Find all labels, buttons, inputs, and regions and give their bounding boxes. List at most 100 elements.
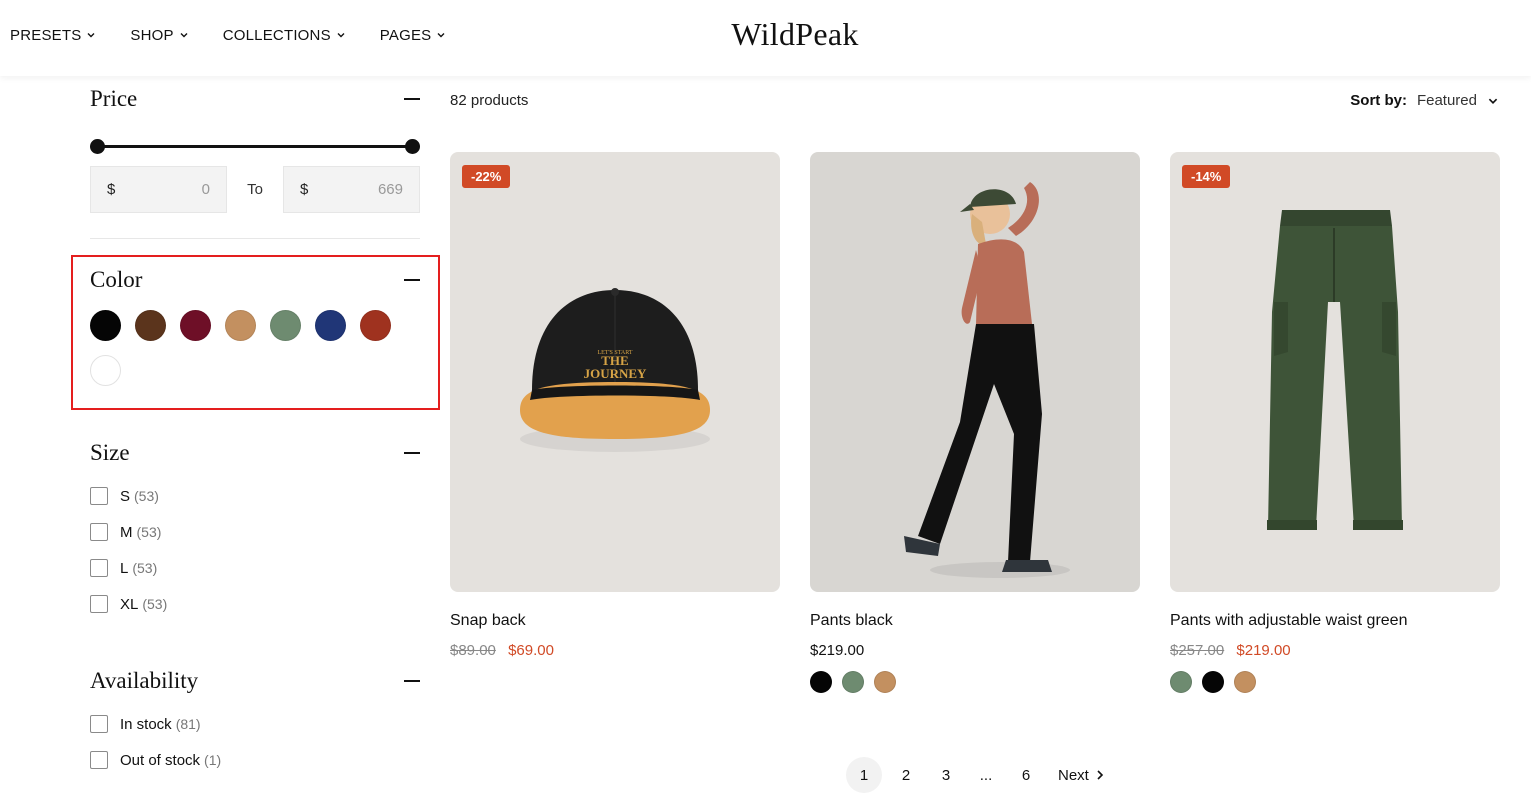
page-6[interactable]: 6 xyxy=(1006,757,1046,793)
chevron-right-icon xyxy=(1097,770,1103,780)
color-swatch[interactable] xyxy=(360,310,391,341)
product-image[interactable]: LET'S START THE JOURNEY -22% xyxy=(450,152,780,592)
option-label: XL xyxy=(120,595,139,613)
checkbox[interactable] xyxy=(90,487,108,505)
collapse-icon[interactable] xyxy=(404,98,420,100)
product-name[interactable]: Snap back xyxy=(450,612,780,630)
size-option-m[interactable]: M (53) xyxy=(90,514,420,550)
checkbox[interactable] xyxy=(90,751,108,769)
product-price: $89.00 $69.00 xyxy=(450,642,780,659)
color-swatch[interactable] xyxy=(90,355,121,386)
option-count: (53) xyxy=(142,596,168,612)
checkbox[interactable] xyxy=(90,595,108,613)
sort-label: Sort by: xyxy=(1350,92,1407,109)
green-pants-illustration xyxy=(1267,210,1403,530)
slider-track xyxy=(97,145,413,148)
availability-in-stock[interactable]: In stock (81) xyxy=(90,706,420,742)
site-header: PRESETS SHOP COLLECTIONS PAGES WildPeak xyxy=(0,0,1531,76)
price-max-value: 669 xyxy=(377,181,403,198)
price-min-value: 0 xyxy=(201,181,210,198)
size-option-l[interactable]: L (53) xyxy=(90,550,420,586)
page-1[interactable]: 1 xyxy=(846,757,882,793)
option-label: Out of stock xyxy=(120,751,201,769)
product-color-swatch[interactable] xyxy=(1234,671,1256,693)
size-option-s[interactable]: S (53) xyxy=(90,478,420,514)
old-price: $89.00 xyxy=(450,642,496,659)
product-color-swatches xyxy=(1170,671,1500,693)
price-inputs: $ 0 To $ 669 xyxy=(90,166,420,213)
size-options: S (53) M (53) L (53) XL (53) xyxy=(90,478,420,622)
site-logo[interactable]: WildPeak xyxy=(0,16,1531,53)
discount-badge: -22% xyxy=(462,165,511,188)
price-filter-title: Price xyxy=(90,86,138,111)
product-color-swatch[interactable] xyxy=(810,671,832,693)
option-count: (53) xyxy=(132,560,158,576)
currency-symbol: $ xyxy=(107,181,116,198)
page-ellipsis: ... xyxy=(979,766,993,784)
product-card[interactable]: -14% Pants with adjustable waist green $… xyxy=(1170,152,1500,693)
old-price: $257.00 xyxy=(1170,642,1225,659)
collapse-icon[interactable] xyxy=(404,680,420,682)
option-label: M xyxy=(120,523,133,541)
page-2[interactable]: 2 xyxy=(886,757,926,793)
size-filter-title: Size xyxy=(90,440,130,465)
divider xyxy=(90,238,420,239)
color-swatch[interactable] xyxy=(90,310,121,341)
cap-text-main2: JOURNEY xyxy=(584,366,647,381)
price-max-input[interactable]: $ 669 xyxy=(283,166,420,213)
next-page-button[interactable]: Next xyxy=(1058,767,1105,784)
product-name[interactable]: Pants with adjustable waist green xyxy=(1170,612,1500,630)
color-swatch[interactable] xyxy=(225,310,256,341)
product-color-swatch[interactable] xyxy=(842,671,864,693)
availability-filter-header[interactable]: Availability xyxy=(90,668,420,694)
option-label: In stock xyxy=(120,715,172,733)
collapse-icon[interactable] xyxy=(404,279,420,281)
option-label: S xyxy=(120,487,131,505)
product-color-swatch[interactable] xyxy=(874,671,896,693)
pagination: 1 2 3 ... 6 Next xyxy=(846,757,1105,793)
price-range-slider[interactable] xyxy=(90,139,420,154)
product-count: 82 products xyxy=(450,92,529,109)
size-filter-header[interactable]: Size xyxy=(90,440,420,466)
sort-control[interactable]: Sort by: Featured xyxy=(1350,92,1499,109)
product-card[interactable]: LET'S START THE JOURNEY -22% Snap back $… xyxy=(450,152,780,659)
slider-max-handle[interactable] xyxy=(405,139,420,154)
checkbox[interactable] xyxy=(90,559,108,577)
checkbox[interactable] xyxy=(90,715,108,733)
page-3[interactable]: 3 xyxy=(926,757,966,793)
product-card[interactable]: Pants black $219.00 xyxy=(810,152,1140,693)
product-color-swatch[interactable] xyxy=(1170,671,1192,693)
model-black-pants-illustration xyxy=(904,182,1070,578)
product-name[interactable]: Pants black xyxy=(810,612,1140,630)
color-filter-header[interactable]: Color xyxy=(90,267,420,293)
logo-text: WildPeak xyxy=(731,16,859,52)
color-swatch[interactable] xyxy=(135,310,166,341)
product-color-swatches xyxy=(810,671,1140,693)
currency-symbol: $ xyxy=(300,181,309,198)
color-swatch[interactable] xyxy=(270,310,301,341)
availability-out-of-stock[interactable]: Out of stock (1) xyxy=(90,742,420,778)
color-swatches xyxy=(90,310,400,386)
price-filter-header[interactable]: Price xyxy=(90,86,420,112)
sale-price: $69.00 xyxy=(508,642,554,659)
price: $219.00 xyxy=(810,642,865,659)
option-label: L xyxy=(120,559,129,577)
product-image[interactable]: -14% xyxy=(1170,152,1500,592)
collapse-icon[interactable] xyxy=(404,452,420,454)
sort-value[interactable]: Featured xyxy=(1417,92,1477,109)
slider-min-handle[interactable] xyxy=(90,139,105,154)
size-option-xl[interactable]: XL (53) xyxy=(90,586,420,622)
color-filter-title: Color xyxy=(90,267,143,292)
option-count: (53) xyxy=(136,524,162,540)
option-count: (81) xyxy=(175,716,201,732)
product-image[interactable] xyxy=(810,152,1140,592)
next-label: Next xyxy=(1058,766,1089,784)
price-min-input[interactable]: $ 0 xyxy=(90,166,227,213)
checkbox[interactable] xyxy=(90,523,108,541)
sale-price: $219.00 xyxy=(1236,642,1291,659)
color-swatch[interactable] xyxy=(315,310,346,341)
color-swatch[interactable] xyxy=(180,310,211,341)
option-count: (53) xyxy=(134,488,159,504)
option-count: (1) xyxy=(204,752,222,768)
product-color-swatch[interactable] xyxy=(1202,671,1224,693)
